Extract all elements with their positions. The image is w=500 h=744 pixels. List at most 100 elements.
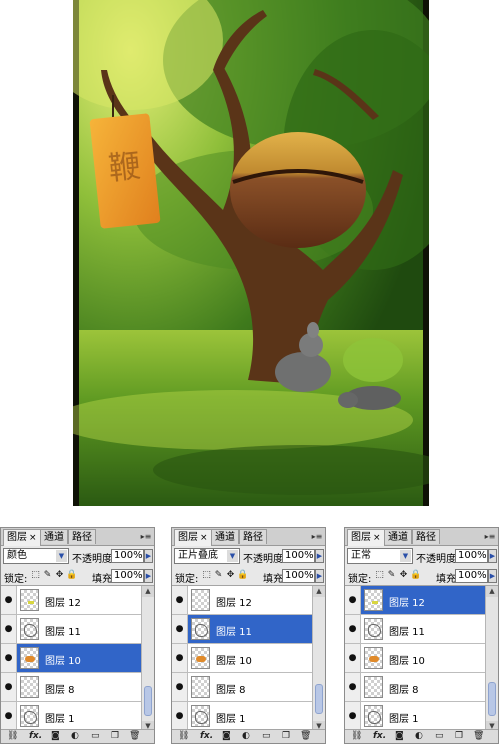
- lock-image-icon[interactable]: ✎: [386, 570, 397, 581]
- eye-icon[interactable]: ●: [1, 586, 17, 614]
- panel-menu-icon[interactable]: ▸≡: [140, 531, 152, 542]
- new-layer-icon[interactable]: ❐: [455, 731, 463, 742]
- lock-transparent-icon[interactable]: ⬚: [30, 570, 41, 581]
- new-layer-icon[interactable]: ❐: [111, 731, 119, 742]
- fx-icon[interactable]: fx.: [200, 731, 213, 742]
- opacity-field[interactable]: 100%: [111, 549, 144, 563]
- adjustment-icon[interactable]: ◐: [242, 731, 250, 742]
- fill-slider-icon[interactable]: ▶: [315, 569, 324, 583]
- layer-row[interactable]: ● 图层 1: [1, 702, 142, 731]
- tab-paths[interactable]: 路径: [68, 529, 96, 544]
- layer-row[interactable]: ● 图层 8: [345, 673, 486, 702]
- layer-row[interactable]: ● 图层 10: [1, 644, 142, 673]
- tab-layers[interactable]: 图层 ×: [174, 529, 212, 546]
- link-icon[interactable]: ⛓: [178, 731, 189, 742]
- close-icon[interactable]: ×: [373, 533, 381, 543]
- lock-all-icon[interactable]: 🔒: [237, 570, 248, 581]
- layer-row[interactable]: ● 图层 12: [172, 586, 313, 615]
- scroll-up-icon[interactable]: ▲: [313, 586, 325, 597]
- layer-row[interactable]: ● 图层 11: [1, 615, 142, 644]
- eye-icon[interactable]: ●: [345, 586, 361, 614]
- blend-mode-select[interactable]: 颜色 ▼: [3, 548, 69, 564]
- group-icon[interactable]: ▭: [91, 731, 100, 742]
- blend-mode-select[interactable]: 正常 ▼: [347, 548, 413, 564]
- layer-row[interactable]: ● 图层 12: [1, 586, 142, 615]
- tab-paths[interactable]: 路径: [412, 529, 440, 544]
- eye-icon[interactable]: ●: [172, 586, 188, 614]
- layers-scrollbar[interactable]: ▲ ▼: [141, 586, 154, 732]
- lock-position-icon[interactable]: ✥: [398, 570, 409, 581]
- layer-row[interactable]: ● 图层 10: [345, 644, 486, 673]
- lock-all-icon[interactable]: 🔒: [66, 570, 77, 581]
- lock-position-icon[interactable]: ✥: [54, 570, 65, 581]
- layer-row[interactable]: ● 图层 12: [345, 586, 486, 615]
- lock-image-icon[interactable]: ✎: [213, 570, 224, 581]
- scroll-thumb[interactable]: [144, 686, 152, 716]
- eye-icon[interactable]: ●: [345, 615, 361, 643]
- lock-all-icon[interactable]: 🔒: [410, 570, 421, 581]
- layer-row[interactable]: ● 图层 8: [172, 673, 313, 702]
- eye-icon[interactable]: ●: [1, 644, 17, 672]
- link-icon[interactable]: ⛓: [351, 731, 362, 742]
- new-layer-icon[interactable]: ❐: [282, 731, 290, 742]
- lock-transparent-icon[interactable]: ⬚: [374, 570, 385, 581]
- blend-mode-select[interactable]: 正片叠底 ▼: [174, 548, 240, 564]
- mask-icon[interactable]: ◙: [222, 731, 231, 742]
- fx-icon[interactable]: fx.: [29, 731, 42, 742]
- tab-paths[interactable]: 路径: [239, 529, 267, 544]
- eye-icon[interactable]: ●: [1, 673, 17, 701]
- fill-slider-icon[interactable]: ▶: [144, 569, 153, 583]
- layers-scrollbar[interactable]: ▲ ▼: [312, 586, 325, 732]
- layer-row[interactable]: ● 图层 1: [345, 702, 486, 731]
- tab-channels[interactable]: 通道: [211, 529, 239, 544]
- opacity-slider-icon[interactable]: ▶: [488, 549, 497, 563]
- tab-channels[interactable]: 通道: [40, 529, 68, 544]
- layer-row[interactable]: ● 图层 8: [1, 673, 142, 702]
- opacity-slider-icon[interactable]: ▶: [144, 549, 153, 563]
- fx-icon[interactable]: fx.: [373, 731, 386, 742]
- scroll-thumb[interactable]: [488, 682, 496, 716]
- layer-row[interactable]: ● 图层 10: [172, 644, 313, 673]
- eye-icon[interactable]: ●: [1, 615, 17, 643]
- opacity-slider-icon[interactable]: ▶: [315, 549, 324, 563]
- eye-icon[interactable]: ●: [172, 644, 188, 672]
- scroll-up-icon[interactable]: ▲: [142, 586, 154, 597]
- close-icon[interactable]: ×: [29, 533, 37, 543]
- fill-field[interactable]: 100%: [455, 569, 488, 583]
- panel-menu-icon[interactable]: ▸≡: [484, 531, 496, 542]
- tab-layers[interactable]: 图层 ×: [3, 529, 41, 546]
- tab-channels[interactable]: 通道: [384, 529, 412, 544]
- eye-icon[interactable]: ●: [172, 673, 188, 701]
- layer-row[interactable]: ● 图层 1: [172, 702, 313, 731]
- mask-icon[interactable]: ◙: [51, 731, 60, 742]
- fill-slider-icon[interactable]: ▶: [488, 569, 497, 583]
- scroll-thumb[interactable]: [315, 684, 323, 714]
- eye-icon[interactable]: ●: [345, 673, 361, 701]
- layer-row[interactable]: ● 图层 11: [172, 615, 313, 644]
- mask-icon[interactable]: ◙: [395, 731, 404, 742]
- link-icon[interactable]: ⛓: [7, 731, 18, 742]
- fill-field[interactable]: 100%: [282, 569, 315, 583]
- eye-icon[interactable]: ●: [345, 644, 361, 672]
- opacity-field[interactable]: 100%: [282, 549, 315, 563]
- close-icon[interactable]: ×: [200, 533, 208, 543]
- group-icon[interactable]: ▭: [435, 731, 444, 742]
- eye-icon[interactable]: ●: [172, 702, 188, 730]
- adjustment-icon[interactable]: ◐: [415, 731, 423, 742]
- layers-scrollbar[interactable]: ▲ ▼: [485, 586, 498, 732]
- lock-position-icon[interactable]: ✥: [225, 570, 236, 581]
- layer-row[interactable]: ● 图层 11: [345, 615, 486, 644]
- eye-icon[interactable]: ●: [345, 702, 361, 730]
- fill-field[interactable]: 100%: [111, 569, 144, 583]
- lock-transparent-icon[interactable]: ⬚: [201, 570, 212, 581]
- lock-image-icon[interactable]: ✎: [42, 570, 53, 581]
- trash-icon[interactable]: 🗑: [129, 731, 140, 742]
- trash-icon[interactable]: 🗑: [300, 731, 311, 742]
- trash-icon[interactable]: 🗑: [473, 731, 484, 742]
- eye-icon[interactable]: ●: [172, 615, 188, 643]
- tab-layers[interactable]: 图层 ×: [347, 529, 385, 546]
- eye-icon[interactable]: ●: [1, 702, 17, 730]
- opacity-field[interactable]: 100%: [455, 549, 488, 563]
- adjustment-icon[interactable]: ◐: [71, 731, 79, 742]
- group-icon[interactable]: ▭: [262, 731, 271, 742]
